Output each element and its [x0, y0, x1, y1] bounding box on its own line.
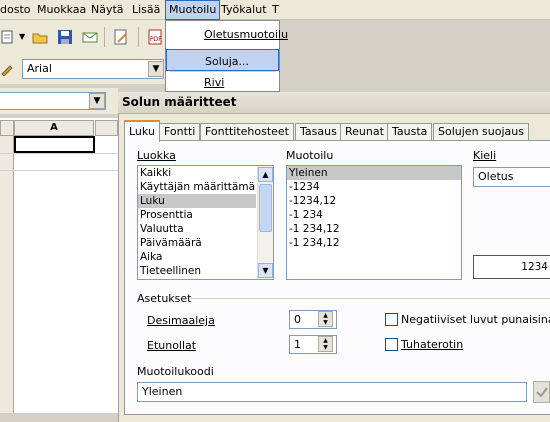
list-item[interactable]: Aika	[138, 250, 273, 264]
tab-background[interactable]: Tausta	[387, 123, 433, 140]
list-item[interactable]: Tieteellinen	[138, 264, 273, 278]
stepper-up-icon[interactable]: ▲	[319, 337, 332, 344]
menu-window[interactable]: T	[272, 3, 279, 16]
format-code-field[interactable]: Yleinen	[137, 382, 527, 402]
font-name-combobox[interactable]: Arial	[22, 59, 164, 79]
list-item[interactable]: Käyttäjän määrittämä	[138, 180, 273, 194]
spreadsheet-grid[interactable]	[0, 118, 118, 413]
menu-item-default-formatting[interactable]: Oletusmuotoilu	[166, 23, 288, 45]
list-item-selected[interactable]: Luku	[138, 194, 256, 208]
open-folder-icon[interactable]	[31, 28, 49, 46]
leading-zeros-value: 1	[294, 338, 301, 351]
category-label-text: Luokka	[137, 149, 176, 162]
format-code-value: Yleinen	[142, 385, 183, 398]
list-item[interactable]: -1 234,12	[287, 236, 461, 250]
grid-line	[0, 153, 118, 154]
edit-file-icon[interactable]	[0, 28, 18, 46]
menu-item-label: Oletusmuotoilu	[204, 28, 289, 41]
format-code-label: Muotoilukoodi	[137, 365, 214, 378]
tab-borders[interactable]: Reunat	[340, 123, 389, 140]
menu-view[interactable]: Näytä	[91, 3, 124, 16]
edit-mode-icon[interactable]	[112, 28, 130, 46]
apply-format-code-button[interactable]	[533, 381, 550, 403]
language-label-text: Kieli	[473, 149, 497, 162]
checkmark-icon	[535, 387, 548, 397]
scroll-thumb[interactable]	[259, 184, 272, 232]
font-name-dropdown-button[interactable]: ▼	[148, 61, 164, 77]
toolbar-separator	[104, 27, 105, 47]
list-item[interactable]: Valuutta	[138, 222, 273, 236]
preview-value: 1234	[521, 261, 548, 273]
menu-item-label: Rivi	[204, 76, 225, 89]
preview-box: 1234	[473, 255, 550, 279]
language-value: Oletus	[478, 170, 514, 183]
list-item[interactable]: Kaikki	[138, 166, 273, 180]
decimals-label-text: Desimaaleja	[147, 314, 215, 327]
selected-cell-a1[interactable]	[14, 136, 95, 153]
save-icon[interactable]	[56, 28, 74, 46]
negative-red-label: Negatiiviset luvut punaisina	[401, 313, 550, 326]
tab-alignment[interactable]: Tasaus	[295, 123, 342, 140]
negative-red-checkbox[interactable]	[385, 313, 398, 326]
leading-zeros-label-text: Etunollat	[147, 339, 197, 352]
menu-insert[interactable]: Lisää	[132, 3, 160, 16]
stepper-down-icon[interactable]: ▼	[319, 319, 332, 326]
category-listbox[interactable]: Kaikki Käyttäjän määrittämä Luku Prosent…	[137, 165, 274, 280]
tab-numbers[interactable]: Luku	[124, 120, 160, 142]
list-item[interactable]: Päivämäärä	[138, 236, 273, 250]
stepper-down-icon[interactable]: ▼	[319, 344, 332, 351]
list-item[interactable]: -1 234,12	[287, 222, 461, 236]
thousands-separator-label: Tuhaterotin	[401, 338, 463, 351]
thousands-separator-checkbox[interactable]	[385, 338, 398, 351]
column-header-b[interactable]	[95, 120, 118, 136]
format-menu-dropdown: Oletusmuotoilu Soluja... Rivi	[165, 20, 288, 93]
styles-icon[interactable]	[0, 62, 14, 79]
decimals-stepper[interactable]: ▲ ▼	[318, 311, 333, 327]
menu-format[interactable]: Muotoilu	[165, 0, 221, 20]
list-item[interactable]: -1 234	[287, 208, 461, 222]
select-all-corner[interactable]	[0, 120, 14, 136]
decimals-value: 0	[294, 313, 301, 326]
decimals-label: Desimaaleja	[147, 314, 215, 327]
svg-text:PDF: PDF	[150, 36, 162, 43]
toolbar-separator	[138, 27, 139, 47]
email-icon[interactable]	[81, 28, 99, 46]
new-dropdown-icon[interactable]: ▼	[19, 32, 25, 41]
leading-zeros-stepper[interactable]: ▲ ▼	[318, 336, 333, 352]
menu-item-cells[interactable]: Soluja...	[166, 49, 279, 71]
column-header-a[interactable]: A	[14, 120, 94, 136]
row-headers[interactable]	[0, 136, 14, 413]
scroll-down-icon[interactable]: ▼	[258, 263, 273, 278]
font-name-value: Arial	[27, 62, 52, 75]
thousands-separator-label-text: Tuhaterotin	[401, 338, 464, 351]
scroll-up-icon[interactable]: ▲	[258, 167, 273, 182]
menu-file[interactable]: dosto	[0, 3, 31, 16]
menu-item-label: Soluja...	[205, 55, 250, 68]
tab-font-effects[interactable]: Fonttitehosteet	[200, 123, 294, 140]
category-label: Luokka	[137, 149, 176, 162]
format-listbox[interactable]: Yleinen -1234 -1234,12 -1 234 -1 234,12 …	[286, 165, 462, 280]
language-label: Kieli	[473, 149, 496, 162]
language-combobox[interactable]: Oletus	[473, 167, 550, 187]
dialog-title: Solun määritteet	[122, 95, 237, 109]
list-item[interactable]: -1234	[287, 180, 461, 194]
name-box-dropdown-button[interactable]: ▼	[89, 93, 105, 109]
leading-zeros-label: Etunollat	[147, 339, 196, 352]
list-item[interactable]: Prosenttia	[138, 208, 273, 222]
format-label: Muotoilu	[286, 149, 334, 162]
list-item[interactable]: -1234,12	[287, 194, 461, 208]
tab-cell-protection[interactable]: Solujen suojaus	[433, 123, 529, 140]
pdf-export-icon[interactable]: PDF	[146, 28, 164, 46]
menu-tools[interactable]: Työkalut	[221, 3, 267, 16]
menu-edit[interactable]: Muokkaa	[37, 3, 86, 16]
options-label: Asetukset	[137, 292, 192, 305]
stepper-up-icon[interactable]: ▲	[319, 312, 332, 319]
menu-item-row[interactable]: Rivi	[166, 71, 279, 93]
tab-font[interactable]: Fontti	[159, 123, 201, 140]
grid-line	[0, 170, 118, 171]
options-separator	[190, 298, 550, 299]
list-item-selected[interactable]: Yleinen	[287, 166, 461, 180]
